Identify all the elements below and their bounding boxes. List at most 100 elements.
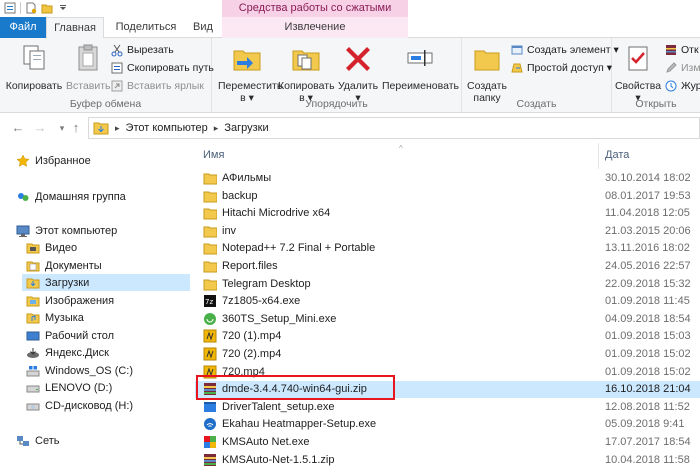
edit-item-button[interactable]: Изм — [664, 60, 700, 76]
clipboard-group: Копировать Вставить Вырезать Скопировать… — [0, 38, 214, 113]
properties-button[interactable]: Свойства ▾ — [614, 42, 662, 104]
nav-this-pc[interactable]: Этот компьютер — [16, 222, 117, 239]
folder-icon — [203, 191, 217, 203]
tab-home[interactable]: Главная — [46, 17, 104, 39]
column-divider[interactable] — [598, 143, 599, 169]
winrar-archive-icon — [204, 453, 216, 466]
nav-item-pictures[interactable]: Изображения — [26, 292, 114, 309]
folder-icon — [203, 173, 217, 185]
nav-item-downloads[interactable]: Загрузки — [22, 274, 190, 291]
folder-icon — [203, 226, 217, 238]
forward-button[interactable]: → — [32, 120, 48, 136]
file-row[interactable]: 720 (1).mp4 01.09.2018 15:03 — [195, 328, 700, 345]
nav-network[interactable]: Сеть — [16, 432, 59, 449]
file-row[interactable]: АФильмы 30.10.2014 18:02 — [195, 170, 700, 187]
file-name: KMSAuto-Net-1.5.1.zip — [222, 453, 335, 466]
file-row[interactable]: Hitachi Microdrive x64 11.04.2018 12:05 — [195, 205, 700, 222]
copy-button[interactable]: Копировать — [4, 42, 64, 92]
organize-group: Переместить в ▾ Копировать в ▾ Удалить ▾… — [212, 38, 462, 113]
breadcrumb-downloads[interactable]: Загрузки — [224, 122, 268, 134]
tab-extract[interactable]: Извлечение — [222, 17, 408, 38]
rename-label: Переименовать — [382, 80, 459, 92]
file-row[interactable]: backup 08.01.2017 19:53 — [195, 188, 700, 205]
history-item-button[interactable]: Жур — [664, 78, 700, 94]
delete-label: Удалить — [337, 80, 379, 92]
nav-item-desktop[interactable]: Рабочий стол — [26, 327, 114, 344]
context-tab-title: Средства работы со сжатыми папками — [222, 0, 408, 30]
copy-to-button[interactable]: Копировать в ▾ — [278, 42, 335, 104]
nav-item-yandex-disk[interactable]: Яндекс.Диск — [26, 344, 109, 361]
nav-item-label: Windows_OS (C:) — [45, 364, 134, 377]
up-button[interactable]: ↑ — [68, 120, 84, 136]
nav-this-pc-label: Этот компьютер — [35, 224, 118, 237]
copy-path-button[interactable]: Скопировать путь — [110, 60, 214, 76]
nav-item-label: CD-дисковод (H:) — [45, 399, 134, 412]
nav-item-label: Рабочий стол — [45, 329, 115, 342]
file-row[interactable]: 360TS_Setup_Mini.exe 04.09.2018 18:54 — [195, 311, 700, 328]
delete-button[interactable]: Удалить ▾ — [336, 42, 380, 104]
ribbon-tabs: Файл Главная Поделиться Вид Извлечение — [0, 17, 700, 39]
easy-access-button[interactable]: Простой доступ ▾ — [510, 60, 612, 76]
media-file-icon — [203, 329, 217, 343]
nav-item-drive-c[interactable]: Windows_OS (C:) — [26, 362, 133, 379]
nav-favorites[interactable]: Избранное — [16, 152, 91, 169]
file-name: Telegram Desktop — [222, 277, 311, 290]
paste-shortcut-button[interactable]: Вставить ярлык — [110, 78, 204, 94]
file-row[interactable]: inv 21.03.2015 20:06 — [195, 223, 700, 240]
documents-folder-icon — [26, 261, 40, 271]
file-date: 01.09.2018 15:02 — [605, 348, 691, 360]
nav-homegroup[interactable]: Домашняя группа — [16, 188, 126, 205]
computer-icon — [16, 225, 30, 237]
copy-label: Копировать — [5, 80, 63, 92]
properties-quick-icon[interactable] — [4, 2, 16, 14]
file-row[interactable]: DriverTalent_setup.exe 12.08.2018 11:52 — [195, 399, 700, 416]
file-name: DriverTalent_setup.exe — [222, 400, 335, 413]
title-bar: Средства работы со сжатыми папками — [0, 0, 700, 30]
nav-item-cd-drive[interactable]: CD-дисковод (H:) — [26, 397, 133, 414]
nav-item-videos[interactable]: Видео — [26, 239, 77, 256]
new-item-button[interactable]: Создать элемент ▾ — [510, 42, 619, 58]
delete-x-icon — [346, 47, 370, 71]
nav-item-label: Музыка — [45, 311, 84, 324]
paste-button[interactable]: Вставить — [66, 42, 111, 92]
back-button[interactable]: ← — [10, 120, 26, 136]
7zip-icon: 7z — [204, 295, 216, 308]
column-date[interactable]: Дата — [605, 149, 629, 161]
new-folder-label: Создать — [467, 80, 507, 92]
file-row[interactable]: KMSAuto-Net-1.5.1.zip 10.04.2018 11:58 — [195, 452, 700, 469]
file-row[interactable]: Report.files 24.05.2016 22:57 — [195, 258, 700, 275]
open-item-button[interactable]: Отк — [664, 42, 699, 58]
nav-item-documents[interactable]: Документы — [26, 257, 102, 274]
nav-item-drive-d[interactable]: LENOVO (D:) — [26, 379, 112, 396]
tab-view[interactable]: Вид — [188, 17, 218, 38]
new-folder-button[interactable]: Создать папку — [466, 42, 508, 104]
tab-share[interactable]: Поделиться — [104, 17, 188, 38]
nav-homegroup-label: Домашняя группа — [35, 190, 126, 203]
file-row[interactable]: Notepad++ 7.2 Final + Portable 13.11.2016… — [195, 240, 700, 257]
file-row[interactable]: Telegram Desktop 22.09.2018 15:32 — [195, 276, 700, 293]
nav-item-music[interactable]: Музыка — [26, 309, 84, 326]
tab-file[interactable]: Файл — [0, 17, 46, 38]
file-row[interactable]: KMSAuto Net.exe 17.07.2017 18:54 — [195, 434, 700, 451]
file-row[interactable]: 7z 7z1805-x64.exe 01.09.2018 11:45 — [195, 293, 700, 310]
breadcrumb-chevron-icon[interactable]: ▸ — [214, 123, 219, 134]
column-name[interactable]: Имя — [203, 149, 224, 161]
ribbon: Копировать Вставить Вырезать Скопировать… — [0, 38, 700, 113]
installer-icon — [204, 401, 216, 412]
new-folder-quick-icon[interactable] — [41, 2, 53, 14]
edit-icon — [666, 62, 677, 73]
scissors-icon — [111, 44, 123, 57]
open-archive-icon — [666, 45, 676, 55]
breadcrumb-this-pc[interactable]: Этот компьютер — [126, 122, 208, 134]
address-bar[interactable]: ▸ Этот компьютер ▸ Загрузки — [88, 117, 700, 139]
breadcrumb-chevron-icon[interactable]: ▸ — [115, 123, 120, 134]
cut-button[interactable]: Вырезать — [110, 42, 174, 58]
rename-button[interactable]: Переименовать — [382, 42, 459, 92]
file-row[interactable]: Ekahau Heatmapper-Setup.exe 05.09.2018 9:… — [195, 416, 700, 433]
new-document-quick-icon[interactable] — [25, 2, 37, 14]
nav-item-label: Документы — [45, 259, 102, 272]
move-to-button[interactable]: Переместить в ▾ — [218, 42, 282, 104]
new-folder-icon — [474, 50, 500, 71]
customize-quick-icon[interactable] — [57, 2, 69, 14]
file-row[interactable]: 720 (2).mp4 01.09.2018 15:02 — [195, 346, 700, 363]
